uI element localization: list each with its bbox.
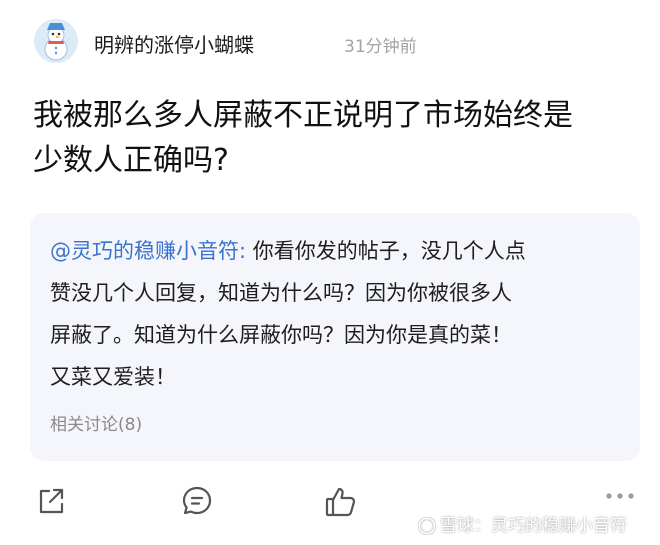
related-discussions-link[interactable]: 相关讨论(8) <box>50 410 142 435</box>
post-time: 31分钟前 <box>344 37 417 57</box>
quote-line-2: 赞没几个人回复，知道为什么吗？因为你被很多人 <box>50 281 512 305</box>
xueqiu-watermark: 雪球：灵巧的稳赚小音符 <box>418 511 627 536</box>
comment-button[interactable] <box>180 484 216 520</box>
post-title[interactable]: 我被那么多人屏蔽不正说明了市场始终是 少数人正确吗? <box>33 93 633 183</box>
share-icon <box>39 488 64 514</box>
post-title-line-2: 少数人正确吗? <box>33 143 229 178</box>
post-header: 明辨的涨停小蝴蝶 31分钟前 <box>34 19 634 65</box>
quote-line-1: @灵巧的稳赚小音符: 你看你发的帖子，没几个人点 <box>50 235 526 265</box>
quote-line-1-text: 你看你发的帖子，没几个人点 <box>246 239 526 263</box>
like-button[interactable] <box>323 484 359 520</box>
share-button[interactable] <box>34 484 70 520</box>
watermark-text: 雪球：灵巧的稳赚小音符 <box>440 516 627 536</box>
like-icon <box>325 487 356 517</box>
quote-line-4: 又菜又爱装！ <box>50 365 176 389</box>
post-title-line-1: 我被那么多人屏蔽不正说明了市场始终是 <box>33 98 573 133</box>
more-icon <box>606 493 634 499</box>
quoted-comment-card[interactable]: @灵巧的稳赚小音符: 你看你发的帖子，没几个人点 赞没几个人回复，知道为什么吗？… <box>30 213 640 461</box>
comment-icon <box>182 486 212 515</box>
quote-line-3: 屏蔽了。知道为什么屏蔽你吗？因为你是真的菜！ <box>50 323 512 347</box>
xueqiu-logo-icon <box>418 517 436 535</box>
user-avatar[interactable] <box>34 19 78 63</box>
mention-link[interactable]: @灵巧的稳赚小音符: <box>50 239 246 263</box>
author-name[interactable]: 明辨的涨停小蝴蝶 <box>94 29 254 58</box>
snowman-avatar-icon <box>34 19 78 63</box>
